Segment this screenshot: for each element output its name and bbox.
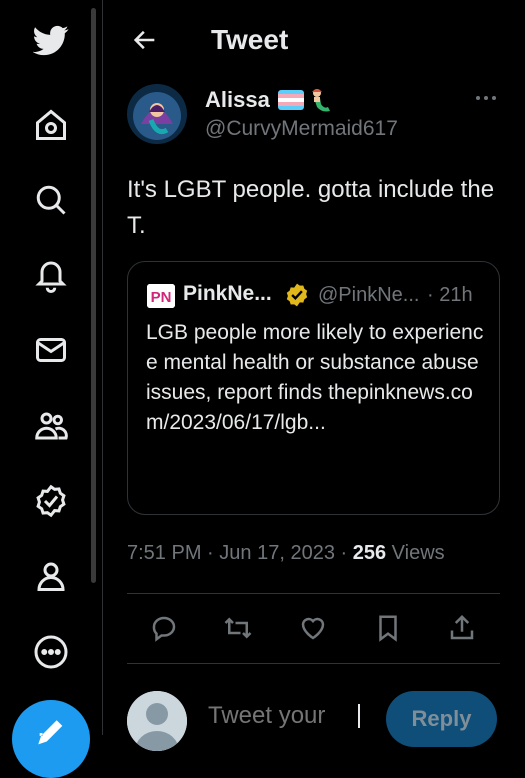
heart-icon bbox=[301, 617, 325, 640]
sidebar-divider bbox=[102, 0, 103, 735]
bookmark-button[interactable] bbox=[372, 612, 404, 644]
divider bbox=[127, 593, 500, 594]
sidebar-scrollbar[interactable] bbox=[91, 8, 96, 583]
messages-icon[interactable] bbox=[28, 327, 74, 373]
home-icon[interactable] bbox=[28, 102, 74, 148]
quoted-tweet-card[interactable]: PN PinkNe... @PinkNe... · 21h LGB people… bbox=[127, 261, 500, 515]
transgender-flag-icon bbox=[277, 90, 304, 110]
explore-icon[interactable] bbox=[28, 177, 74, 223]
page-header: Tweet bbox=[103, 0, 525, 80]
quoted-author-handle: @PinkNe... bbox=[318, 284, 420, 306]
like-button[interactable] bbox=[297, 612, 329, 644]
tweet-time[interactable]: 7:51 PM bbox=[127, 542, 201, 564]
divider bbox=[127, 663, 500, 664]
pinknews-logo-text: PN bbox=[151, 289, 172, 306]
default-avatar-icon bbox=[127, 691, 187, 751]
author-avatar[interactable] bbox=[127, 84, 187, 144]
tweet-date[interactable]: Jun 17, 2023 bbox=[219, 542, 335, 564]
back-button[interactable] bbox=[129, 24, 161, 56]
meta-separator: · bbox=[340, 542, 348, 564]
share-icon bbox=[450, 614, 474, 640]
tweet-meta: 7:51 PM · Jun 17, 2023 · 256 Views bbox=[127, 542, 445, 565]
compose-tweet-button[interactable] bbox=[12, 700, 90, 778]
back-arrow-icon bbox=[133, 30, 155, 50]
user-avatar[interactable] bbox=[127, 691, 187, 751]
author-handle[interactable]: @CurvyMermaid617 bbox=[205, 117, 398, 141]
retweet-button[interactable] bbox=[222, 612, 254, 644]
reply-submit-button[interactable]: Reply bbox=[386, 691, 497, 747]
profile-icon[interactable] bbox=[28, 553, 74, 599]
quoted-author-name: PinkNe... bbox=[183, 282, 272, 305]
tweet-more-options-button[interactable] bbox=[470, 86, 502, 110]
reply-input[interactable] bbox=[208, 702, 368, 730]
verified-icon[interactable] bbox=[28, 478, 74, 524]
compose-tweet-icon bbox=[38, 720, 63, 745]
quoted-tweet-time: · 21h bbox=[427, 284, 473, 306]
notifications-icon[interactable] bbox=[28, 252, 74, 298]
more-horizontal-icon bbox=[476, 96, 496, 100]
mermaid-emoji-icon bbox=[306, 87, 332, 113]
verified-badge-icon bbox=[284, 282, 310, 308]
sidebar-nav bbox=[0, 0, 100, 778]
quoted-tweet-text: LGB people more likely to experience men… bbox=[146, 321, 484, 434]
pinknews-logo-icon: PN bbox=[147, 284, 175, 308]
views-label: Views bbox=[391, 542, 445, 564]
retweet-icon bbox=[224, 617, 252, 639]
communities-icon[interactable] bbox=[28, 403, 74, 449]
views-count: 256 bbox=[352, 542, 387, 564]
author-name[interactable]: Alissa bbox=[205, 87, 332, 113]
more-icon[interactable] bbox=[28, 629, 74, 675]
page-title: Tweet bbox=[211, 24, 289, 55]
twitter-logo-icon[interactable] bbox=[28, 17, 74, 63]
meta-separator: · bbox=[207, 542, 214, 564]
reply-icon bbox=[152, 616, 176, 642]
share-button[interactable] bbox=[446, 612, 478, 644]
reply-button[interactable] bbox=[148, 612, 180, 644]
text-cursor bbox=[358, 704, 360, 728]
bookmark-icon bbox=[379, 615, 397, 642]
tweet-text: It's LGBT people. gotta include the T. bbox=[127, 176, 501, 239]
author-name-text: Alissa bbox=[205, 87, 270, 112]
